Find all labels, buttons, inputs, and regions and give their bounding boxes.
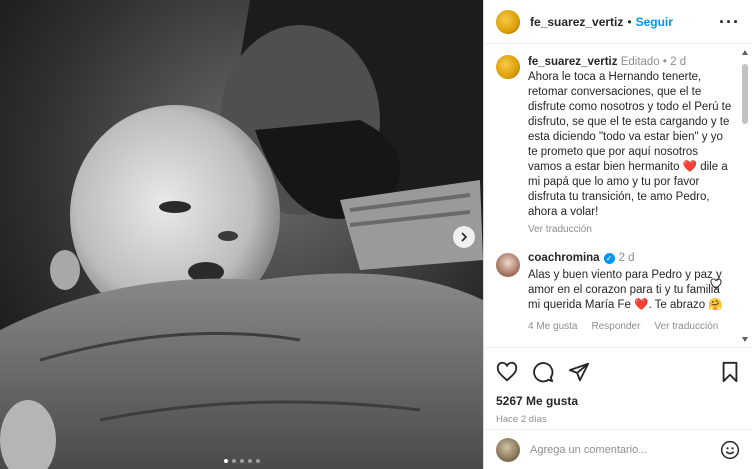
caption-translate-link[interactable]: Ver traducción xyxy=(528,222,734,237)
follow-button[interactable]: Seguir xyxy=(636,15,673,29)
action-icons xyxy=(496,358,740,386)
post-header: fe_suarez_vertiz • Seguir ··· xyxy=(484,0,752,44)
comment-head: coachromina ✓ 2 d xyxy=(528,251,734,266)
comment-entry: coachromina ✓ 2 d Alas y buen viento par… xyxy=(496,251,736,334)
post-sidebar: fe_suarez_vertiz • Seguir ··· fe_suarez_… xyxy=(483,0,752,469)
caption-text-part1: Ahora le toca a Hernando tenerte, retoma… xyxy=(528,71,732,173)
caption-entry: fe_suarez_vertiz Editado • 2 d Ahora le … xyxy=(496,53,736,237)
comment-reply-button[interactable]: Responder xyxy=(591,319,640,334)
author-avatar[interactable] xyxy=(496,9,520,34)
instagram-post-viewer: fe_suarez_vertiz • Seguir ··· fe_suarez_… xyxy=(0,0,752,469)
comments-scrollbar[interactable] xyxy=(740,46,750,346)
comment-text: Alas y buen viento para Pedro y paz y am… xyxy=(528,268,734,313)
caption-edited: Editado xyxy=(620,56,660,68)
add-comment-input[interactable]: Agrega un comentario... xyxy=(530,444,720,456)
caption-author-avatar[interactable] xyxy=(496,55,520,79)
comment-likes-count[interactable]: 4 Me gusta xyxy=(528,319,577,334)
caption-author[interactable]: fe_suarez_vertiz xyxy=(528,56,618,68)
post-time: Hace 2 días xyxy=(496,414,547,425)
carousel-dot xyxy=(247,459,252,463)
carousel-dot xyxy=(239,459,244,463)
share-paper-plane-icon[interactable] xyxy=(568,361,590,383)
carousel-dot xyxy=(231,459,236,463)
comments-list: fe_suarez_vertiz Editado • 2 d Ahora le … xyxy=(484,45,752,347)
viewer-avatar xyxy=(496,437,520,462)
scrollbar-thumb[interactable] xyxy=(742,64,748,124)
carousel-indicator xyxy=(0,459,483,463)
chevron-right-icon xyxy=(461,232,468,242)
comment-body: coachromina ✓ 2 d Alas y buen viento par… xyxy=(528,251,734,334)
author-username[interactable]: fe_suarez_vertiz xyxy=(530,15,623,29)
comment-actions: 4 Me gusta Responder Ver traducción xyxy=(528,319,734,334)
red-heart-emoji: ❤️ xyxy=(682,161,698,173)
post-actions-bar: 5267 Me gusta Hace 2 días xyxy=(484,347,752,429)
comment-bubble-icon[interactable] xyxy=(532,361,554,383)
add-comment-bar: Agrega un comentario... xyxy=(484,429,752,469)
header-separator: • xyxy=(627,14,632,29)
comment-age: 2 d xyxy=(618,252,635,264)
comment-text-part2: . Te abrazo xyxy=(648,299,706,311)
commenter-username[interactable]: coachromina xyxy=(528,251,600,266)
comment-like-heart-icon[interactable] xyxy=(710,278,722,290)
post-media xyxy=(0,0,483,469)
likes-count[interactable]: 5267 Me gusta xyxy=(496,394,740,408)
caption-text: fe_suarez_vertiz Editado • 2 d Ahora le … xyxy=(528,55,734,220)
save-bookmark-icon[interactable] xyxy=(720,361,740,383)
commenter-avatar[interactable] xyxy=(496,253,520,277)
comment-translate-link[interactable]: Ver traducción xyxy=(654,319,718,334)
emoji-picker-icon[interactable] xyxy=(720,440,740,460)
carousel-next-button[interactable] xyxy=(453,226,475,248)
carousel-dot xyxy=(223,459,228,463)
more-horizontal-icon[interactable]: ··· xyxy=(719,13,740,31)
carousel-dot xyxy=(255,459,260,463)
hug-emoji: 🤗 xyxy=(708,299,723,311)
caption-separator: • xyxy=(662,56,667,68)
like-heart-icon[interactable] xyxy=(496,361,518,383)
verified-badge-icon: ✓ xyxy=(603,253,615,264)
red-heart-emoji: ❤️ xyxy=(634,299,649,311)
scroll-up-arrow-icon[interactable] xyxy=(742,50,748,55)
caption-age: 2 d xyxy=(670,56,687,68)
caption-body: fe_suarez_vertiz Editado • 2 d Ahora le … xyxy=(528,53,734,237)
post-photo xyxy=(0,0,483,469)
scroll-down-arrow-icon[interactable] xyxy=(742,337,748,342)
